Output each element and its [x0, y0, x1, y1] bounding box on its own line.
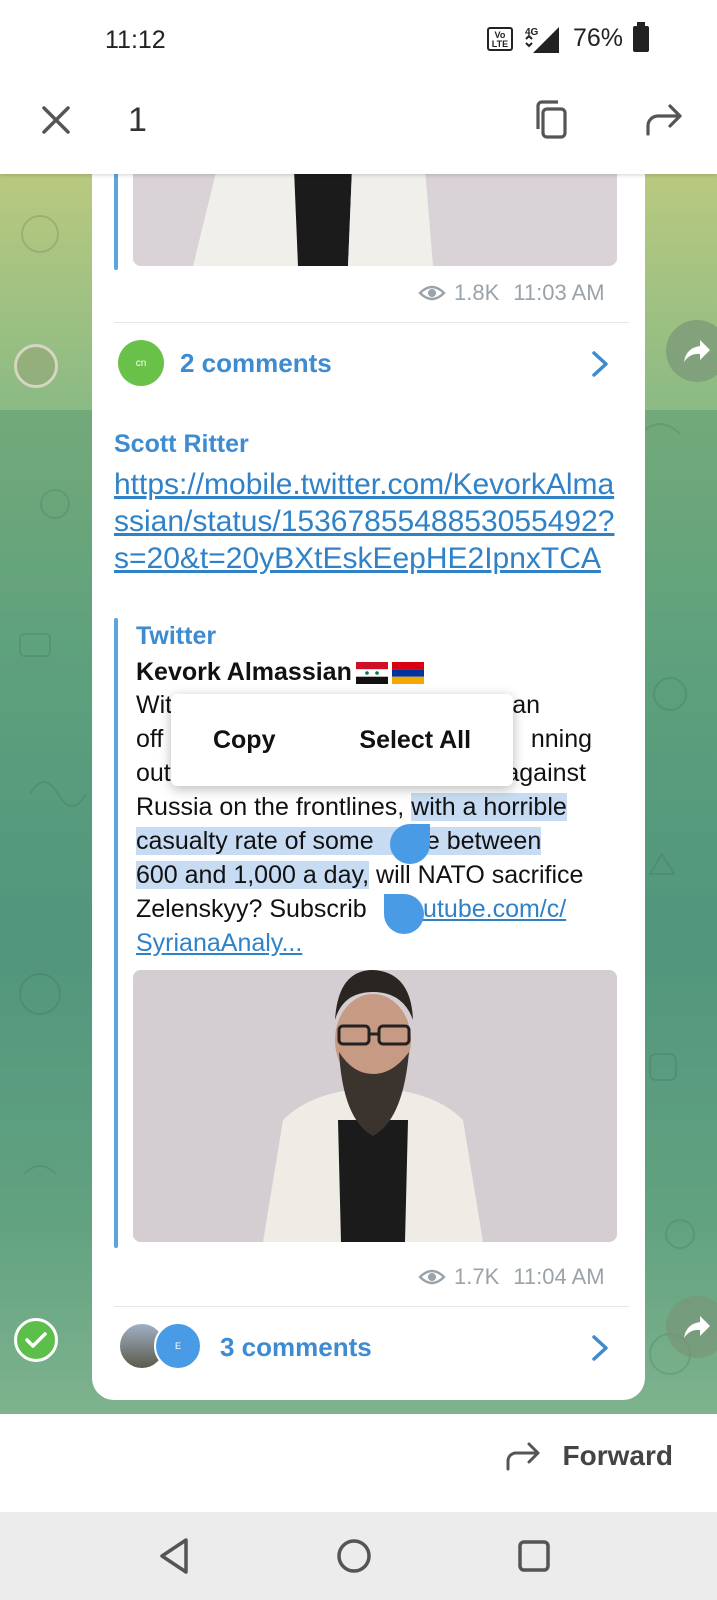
body-link[interactable]: SyrianaAnaly...	[136, 929, 302, 957]
message-time: 11:03 AM	[513, 280, 605, 305]
selection-start-handle[interactable]	[390, 824, 430, 864]
share-arrow-icon	[646, 104, 682, 136]
armenia-flag-icon	[391, 661, 424, 684]
body-line: will NATO sacrifice	[369, 861, 584, 889]
comments-button[interactable]: E 3 comments	[118, 1322, 372, 1372]
person-photo	[133, 970, 617, 1242]
copy-icon	[536, 100, 567, 139]
forward-top-button[interactable]	[640, 96, 688, 144]
selected-text: 600 and 1,000 a day,	[136, 861, 370, 889]
chevron-right-icon	[592, 1335, 608, 1361]
bottom-action-bar: Forward	[0, 1414, 717, 1512]
forward-label: Forward	[562, 1440, 673, 1471]
message-select-checkbox[interactable]	[14, 344, 58, 388]
body-line: Russia on the frontlines,	[136, 793, 412, 821]
comments-label: 3 comments	[220, 1331, 372, 1362]
body-line: against	[505, 759, 586, 787]
preview-quote-bar	[114, 174, 118, 270]
back-nav-icon[interactable]	[154, 1534, 198, 1578]
views-count: 1.7K	[454, 1264, 500, 1289]
body-line: out	[136, 759, 171, 787]
message-meta: 1.7K 11:04 AM	[418, 1264, 605, 1290]
text-context-menu: Copy Select All	[171, 694, 513, 786]
body-line: off	[136, 725, 164, 753]
close-selection-button[interactable]	[34, 98, 78, 142]
system-navigation-bar	[0, 1512, 717, 1600]
selection-action-bar: 1	[0, 80, 717, 174]
copy-button[interactable]	[530, 96, 578, 144]
divider	[114, 322, 629, 323]
close-icon	[42, 106, 70, 134]
message-time: 11:04 AM	[513, 1264, 605, 1289]
comments-button[interactable]: cn 2 comments	[118, 340, 332, 386]
signal-icon: 4G	[525, 26, 559, 53]
preview-site-name: Twitter	[136, 622, 217, 650]
chat-area[interactable]: 1.8K 11:03 AM cn 2 comments 1.7K 11:04 A…	[0, 174, 717, 1414]
selection-end-handle[interactable]	[384, 894, 424, 934]
views-eye-icon	[418, 285, 446, 301]
selected-count: 1	[128, 101, 147, 139]
views-eye-icon	[418, 1269, 446, 1285]
commenter-avatar: E	[154, 1322, 202, 1370]
status-bar: 11:12 Vo LTE 4G 76%	[0, 0, 717, 80]
preview-photo[interactable]	[133, 174, 617, 266]
forward-button[interactable]: Forward	[505, 1440, 673, 1472]
preview-title: Kevork Almassian	[136, 658, 424, 687]
chevron-right-icon	[592, 351, 608, 377]
checkmark-icon	[25, 1332, 47, 1348]
message-link[interactable]: https://mobile.twitter.com/KevorkAlmassi…	[114, 466, 624, 577]
message-select-checkbox-checked[interactable]	[14, 1318, 58, 1362]
preview-quote-bar	[114, 618, 118, 1248]
forward-arrow-icon	[684, 340, 710, 362]
selected-text: with a horrible	[411, 793, 567, 821]
forward-arrow-icon	[684, 1316, 710, 1338]
battery-icon	[633, 21, 649, 52]
message-sender[interactable]: Scott Ritter	[114, 430, 249, 459]
forward-icon	[506, 1442, 540, 1471]
battery-percent: 76%	[572, 24, 623, 52]
context-copy[interactable]: Copy	[199, 716, 290, 765]
body-line: Wit	[136, 691, 173, 719]
svg-text:4G: 4G	[525, 27, 539, 38]
comments-label: 2 comments	[180, 347, 332, 378]
preview-photo[interactable]	[133, 970, 617, 1242]
status-icons: Vo LTE 4G 76%	[486, 21, 649, 53]
views-count: 1.8K	[454, 280, 500, 305]
volte-icon: Vo LTE	[486, 26, 513, 51]
preview-author: Kevork Almassian	[136, 658, 352, 686]
selected-text: casualty rate of some	[136, 827, 374, 855]
body-line: nning	[530, 725, 592, 753]
message-meta: 1.8K 11:03 AM	[418, 280, 605, 306]
commenter-avatar: cn	[118, 340, 164, 386]
recents-nav-icon[interactable]	[512, 1534, 556, 1578]
status-time: 11:12	[105, 26, 166, 54]
body-line: Zelenskyy? Subscrib	[136, 895, 367, 923]
divider	[114, 1306, 629, 1307]
body-line: an	[512, 691, 540, 719]
home-nav-icon[interactable]	[332, 1534, 376, 1578]
context-select-all[interactable]: Select All	[345, 716, 485, 765]
person-photo	[133, 174, 617, 266]
syria-flag-icon	[355, 661, 388, 684]
commenter-avatars: E	[118, 1322, 204, 1372]
